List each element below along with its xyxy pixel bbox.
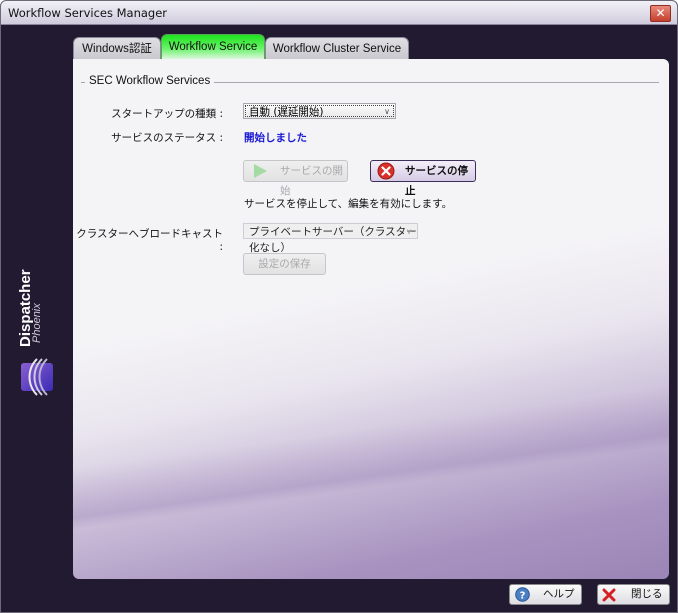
- save-settings-button[interactable]: 設定の保存: [243, 253, 326, 275]
- tab-windows-auth[interactable]: Windows認証: [73, 37, 161, 60]
- close-icon: ✕: [655, 6, 666, 20]
- start-service-button[interactable]: サービスの開始: [243, 160, 348, 197]
- help-icon: ?: [515, 587, 530, 602]
- cluster-broadcast-label: クラスターへブロードキャスト :: [76, 228, 223, 253]
- service-status-label: サービスのステータス :: [111, 132, 223, 144]
- window-title: Workflow Services Manager: [8, 6, 168, 20]
- workflow-services-manager-window: Workflow Services Manager ✕ Dispatcher P…: [0, 0, 678, 613]
- window-close-button[interactable]: ✕: [650, 5, 671, 22]
- tab-workflow-service[interactable]: Workflow Service: [161, 34, 265, 60]
- service-status-value: 開始しました: [244, 132, 307, 144]
- help-button[interactable]: ? ヘルプ: [509, 584, 582, 605]
- start-service-label: サービスの開始: [280, 165, 343, 197]
- cluster-broadcast-value: プライベートサーバー（クラスター化なし）: [249, 226, 417, 254]
- group-title: SEC Workflow Services: [85, 75, 215, 87]
- cluster-broadcast-select[interactable]: プライベートサーバー（クラスター化なし） ∨: [243, 223, 418, 254]
- startup-type-select[interactable]: 自動 (遅延開始) ∨: [243, 103, 396, 119]
- startup-type-label: スタートアップの種類 :: [111, 108, 223, 120]
- brand-sidebar: Dispatcher Phoenix: [17, 263, 57, 403]
- startup-type-value: 自動 (遅延開始): [249, 106, 324, 118]
- svg-text:?: ?: [520, 590, 526, 601]
- workflow-service-panel: SEC Workflow Services スタートアップの種類 : 自動 (遅…: [73, 59, 669, 579]
- chevron-down-icon: ∨: [406, 227, 412, 236]
- play-icon: [254, 164, 267, 178]
- brand-text: Dispatcher Phoenix: [17, 269, 43, 347]
- stop-icon: [377, 162, 395, 180]
- close-x-icon: [602, 588, 616, 602]
- chevron-down-icon: ∨: [384, 107, 390, 116]
- close-label: 閉じる: [631, 588, 663, 600]
- help-label: ヘルプ: [543, 588, 575, 600]
- title-bar: Workflow Services Manager ✕: [1, 1, 677, 25]
- stop-service-button[interactable]: サービスの停止: [370, 160, 476, 197]
- close-button[interactable]: 閉じる: [597, 584, 670, 605]
- tab-workflow-cluster-service[interactable]: Workflow Cluster Service: [265, 37, 409, 60]
- dispatcher-logo-icon: [21, 358, 53, 396]
- hint-text: サービスを停止して、編集を有効にします。: [244, 198, 453, 210]
- stop-service-label: サービスの停止: [405, 165, 468, 197]
